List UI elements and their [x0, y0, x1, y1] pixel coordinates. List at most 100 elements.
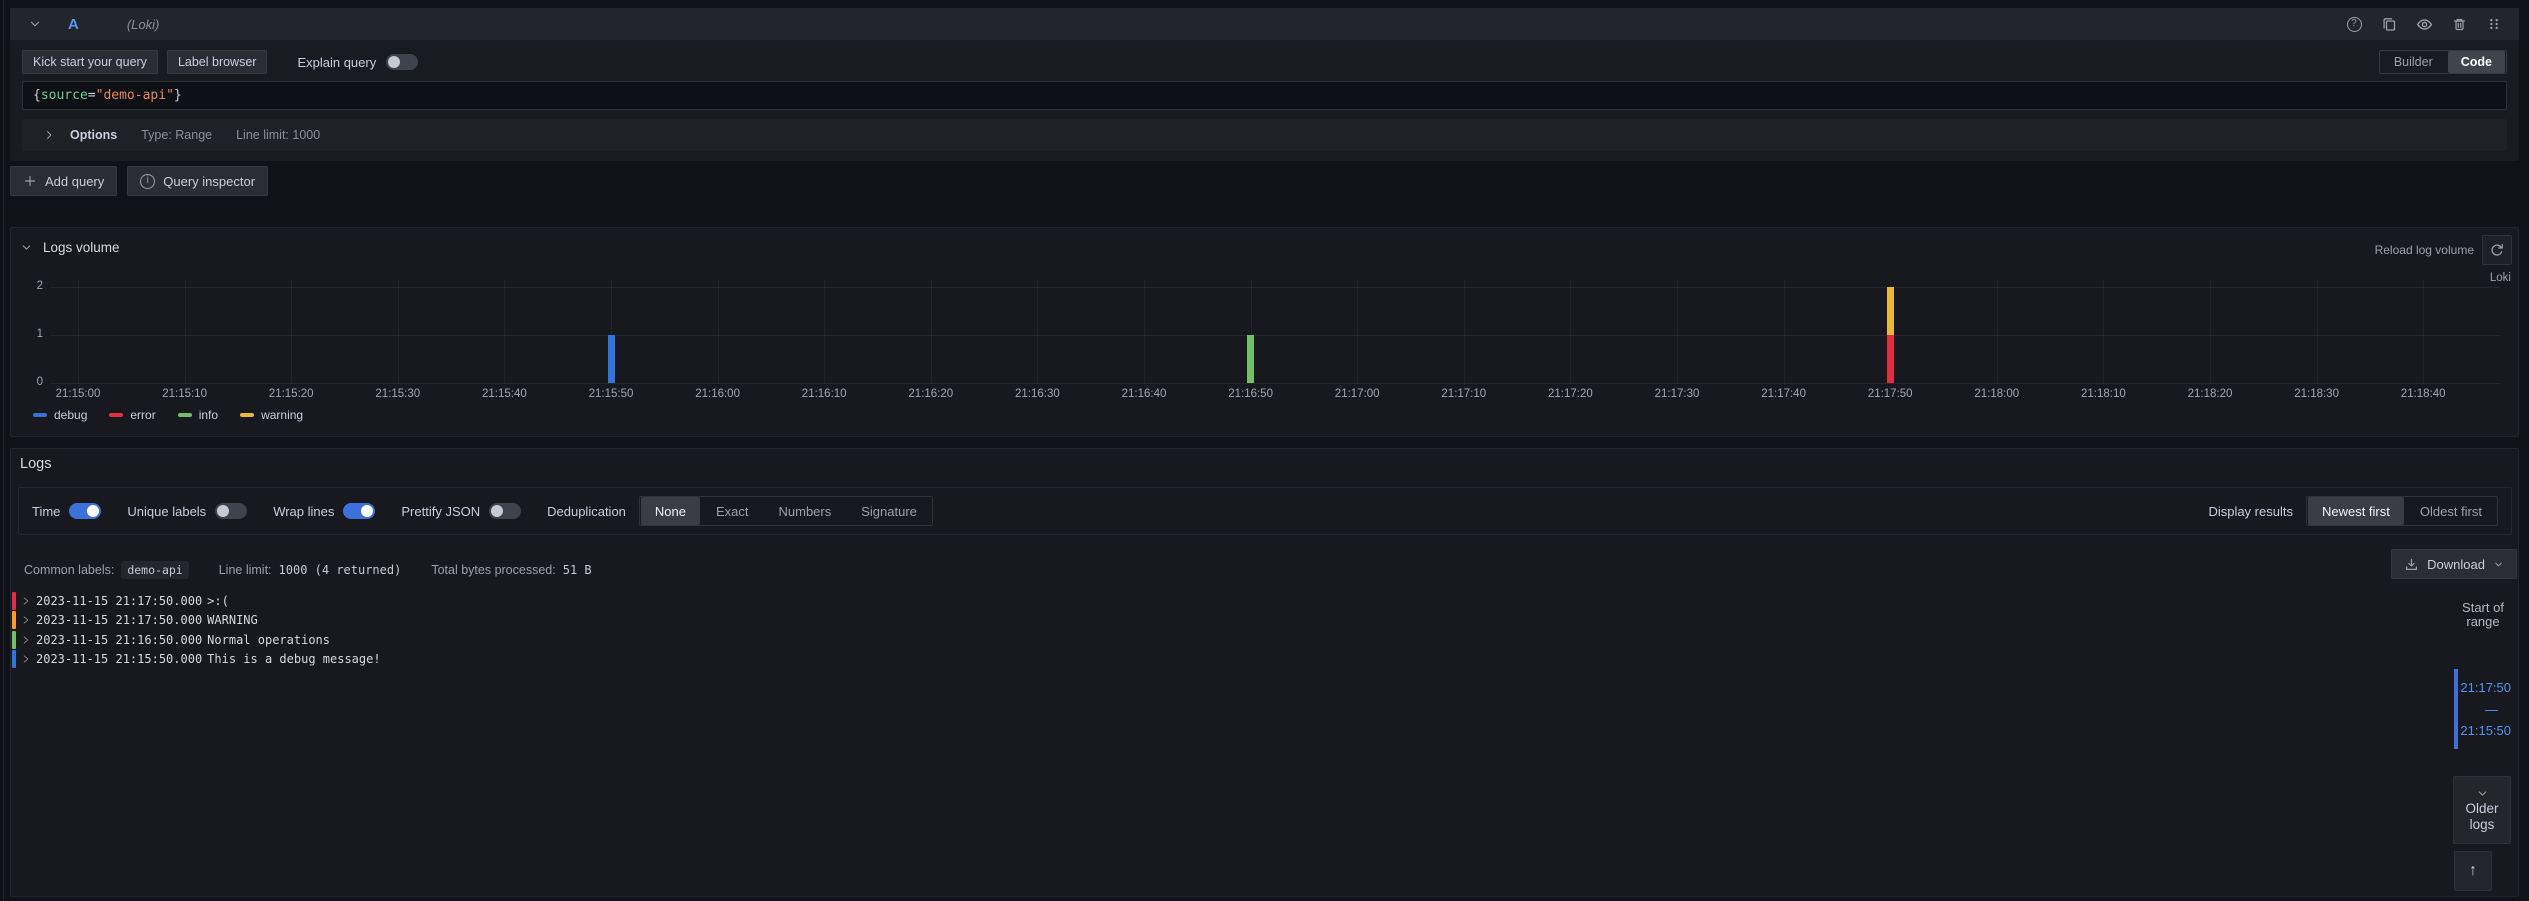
time-toggle[interactable] [69, 503, 101, 519]
display-results-control: Display results Newest firstOldest first [2208, 496, 2498, 526]
log-row-error[interactable]: 2023-11-15 21:17:50.000>:( [12, 591, 2438, 611]
x-gridline [718, 280, 719, 383]
x-axis-tick-label: 21:17:20 [1528, 388, 1612, 400]
drag-handle-icon[interactable] [2483, 13, 2505, 35]
older-logs-button[interactable]: Older logs [2453, 776, 2511, 844]
log-row-debug[interactable]: 2023-11-15 21:15:50.000 This is a debug m… [12, 650, 2438, 670]
download-icon [2404, 557, 2419, 572]
hide-response-eye-icon[interactable] [2413, 13, 2435, 35]
log-message: This is a debug message! [207, 652, 380, 666]
kick-start-query-button[interactable]: Kick start your query [22, 50, 158, 74]
log-expand-chevron-icon[interactable] [21, 596, 31, 606]
x-axis-tick-label: 21:16:00 [676, 388, 760, 400]
logs-panel: Logs Time Unique labels Wrap lines Prett… [10, 448, 2519, 897]
unique-labels-toggle[interactable] [215, 503, 247, 519]
y-gridline [51, 335, 2500, 336]
legend-swatch-error [109, 413, 123, 417]
start-of-range-link[interactable]: Start of range [2454, 601, 2512, 629]
help-icon[interactable]: ? [2343, 13, 2365, 35]
x-gridline [824, 280, 825, 383]
download-button[interactable]: Download [2391, 549, 2517, 579]
download-label: Download [2427, 557, 2485, 572]
legend-swatch-debug [33, 413, 47, 417]
arrow-up-icon: ↑ [2469, 862, 2477, 880]
query-token-lbrace: { [33, 88, 41, 103]
query-inspector-button[interactable]: i Query inspector [127, 166, 268, 196]
log-level-bar-debug [12, 650, 16, 668]
x-axis-tick-label: 21:16:40 [1102, 388, 1186, 400]
logs-volume-panel: Logs volume Reload log volume Loki 01221… [10, 227, 2519, 437]
query-options-row[interactable]: Options Type: Range Line limit: 1000 [22, 119, 2507, 151]
scroll-to-top-button[interactable]: ↑ [2454, 851, 2492, 891]
legend-item-warning[interactable]: warning [240, 408, 303, 422]
editor-mode-group: Builder Code [2379, 50, 2507, 74]
legend-item-info[interactable]: info [178, 408, 218, 422]
editor-mode-code[interactable]: Code [2448, 51, 2505, 73]
log-expand-chevron-icon[interactable] [21, 615, 31, 625]
log-timestamp: 2023-11-15 21:15:50.000 [36, 652, 202, 666]
log-rows-list: 2023-11-15 21:17:50.000>:(2023-11-15 21:… [12, 591, 2438, 669]
remove-query-trash-icon[interactable] [2448, 13, 2470, 35]
log-timestamp: 2023-11-15 21:16:50.000 [36, 633, 202, 647]
x-axis-tick-label: 21:18:10 [2061, 388, 2145, 400]
wrap-lines-toggle[interactable] [343, 503, 375, 519]
chart-bar-info [1247, 335, 1254, 383]
x-axis-tick-label: 21:17:40 [1742, 388, 1826, 400]
legend-swatch-info [178, 413, 192, 417]
chart-bar-warning [1887, 287, 1894, 335]
add-query-button[interactable]: Add query [10, 166, 117, 196]
dedup-option-none[interactable]: None [641, 497, 700, 525]
display-results-label: Display results [2208, 504, 2293, 519]
logs-meta-row: Common labels: demo-api Line limit: 1000… [24, 561, 622, 579]
log-row-warning[interactable]: 2023-11-15 21:17:50.000WARNING [12, 611, 2438, 631]
log-level-bar-warning [12, 611, 16, 629]
prettify-json-toggle[interactable] [489, 503, 521, 519]
line-limit-label: Line limit: [219, 563, 272, 577]
x-gridline [185, 280, 186, 383]
order-option-newest-first[interactable]: Newest first [2308, 497, 2404, 525]
x-axis-tick-label: 21:15:20 [249, 388, 333, 400]
legend-item-debug[interactable]: debug [33, 408, 87, 422]
x-gridline [1677, 280, 1678, 383]
dedup-option-numbers[interactable]: Numbers [765, 497, 846, 525]
x-axis-tick-label: 21:16:50 [1209, 388, 1293, 400]
explain-query-label: Explain query [297, 55, 376, 70]
log-range-indicator[interactable]: 21:17:50 — 21:15:50 [2454, 669, 2512, 749]
chart-bar-debug [608, 335, 615, 383]
log-timestamp: 2023-11-15 21:17:50.000 [36, 613, 202, 627]
logql-query-input[interactable]: {source="demo-api"} [22, 81, 2507, 110]
x-gridline [1037, 280, 1038, 383]
log-expand-chevron-icon[interactable] [21, 635, 31, 645]
legend-label: debug [54, 408, 87, 422]
x-gridline [2210, 280, 2211, 383]
explore-page: A (Loki) ? [0, 0, 2529, 901]
explain-query-toggle[interactable] [386, 54, 418, 70]
editor-mode-builder[interactable]: Builder [2381, 51, 2446, 73]
y-axis-tick-label: 2 [21, 280, 43, 292]
dedup-option-exact[interactable]: Exact [702, 497, 763, 525]
query-token-label: source [41, 88, 88, 103]
label-browser-button[interactable]: Label browser [167, 50, 268, 74]
query-token-value: "demo-api" [96, 88, 174, 103]
log-row-info[interactable]: 2023-11-15 21:16:50.000Normal operations [12, 630, 2438, 650]
dedup-option-signature[interactable]: Signature [847, 497, 931, 525]
query-row-header[interactable]: A (Loki) ? [10, 8, 2519, 40]
y-gridline [51, 287, 2500, 288]
order-option-oldest-first[interactable]: Oldest first [2406, 497, 2496, 525]
query-row-body: Kick start your query Label browser Expl… [10, 40, 2519, 161]
x-axis-tick-label: 21:15:00 [36, 388, 120, 400]
x-axis-tick-label: 21:18:30 [2275, 388, 2359, 400]
legend-item-error[interactable]: error [109, 408, 155, 422]
info-icon: i [140, 174, 155, 189]
time-toggle-label: Time [32, 504, 60, 519]
options-title: Options [70, 128, 117, 142]
y-axis-tick-label: 1 [21, 328, 43, 340]
log-expand-chevron-icon[interactable] [21, 654, 31, 664]
options-chevron-right-icon[interactable] [38, 124, 60, 146]
x-axis-tick-label: 21:15:40 [462, 388, 546, 400]
legend-swatch-warning [240, 413, 254, 417]
collapse-query-chevron-icon[interactable] [24, 13, 46, 35]
range-to-time: 21:15:50 [2460, 723, 2511, 738]
legend-label: info [199, 408, 218, 422]
duplicate-query-icon[interactable] [2378, 13, 2400, 35]
